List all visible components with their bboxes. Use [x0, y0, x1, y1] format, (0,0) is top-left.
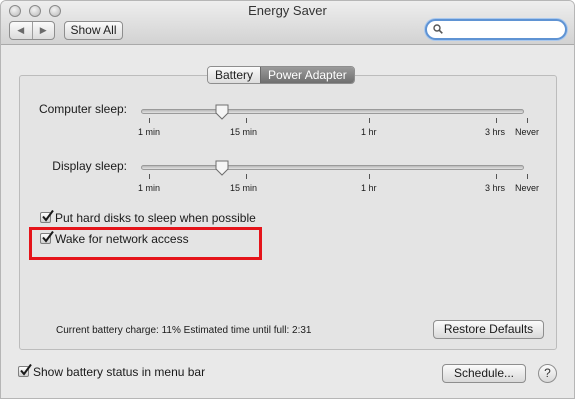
hard-disk-sleep-checkbox[interactable]	[40, 210, 54, 223]
tab-power-adapter[interactable]: Power Adapter	[260, 67, 354, 83]
back-forward-control: ◀ ▶	[9, 21, 55, 40]
help-button[interactable]: ?	[538, 364, 557, 383]
computer-sleep-tick	[527, 118, 528, 123]
computer-sleep-tick	[496, 118, 497, 123]
computer-sleep-tick	[369, 118, 370, 123]
show-battery-status-checkbox[interactable]	[18, 364, 32, 377]
display-sleep-slider-thumb[interactable]	[215, 160, 229, 176]
display-sleep-slider[interactable]	[141, 165, 524, 170]
computer-sleep-slider[interactable]	[141, 109, 524, 114]
display-sleep-tick-label: 3 hrs	[485, 183, 506, 193]
display-sleep-label: Display sleep:	[52, 159, 127, 173]
display-sleep-tick-label: 1 hr	[361, 183, 377, 193]
computer-sleep-tick	[149, 118, 150, 123]
hard-disk-sleep-label: Put hard disks to sleep when possible	[55, 211, 256, 225]
tab-battery[interactable]: Battery	[208, 67, 261, 83]
window-title: Energy Saver	[248, 3, 327, 18]
forward-button[interactable]: ▶	[31, 22, 55, 39]
checkmark-icon	[42, 210, 54, 222]
computer-sleep-slider-thumb[interactable]	[215, 104, 229, 120]
search-field[interactable]	[425, 19, 567, 40]
computer-sleep-tick-label: 3 hrs	[485, 127, 506, 137]
display-sleep-tick-label: 15 min	[230, 183, 258, 193]
restore-defaults-button[interactable]: Restore Defaults	[433, 320, 544, 339]
show-battery-status-label: Show battery status in menu bar	[33, 365, 206, 379]
highlight-box	[29, 227, 262, 260]
computer-sleep-label: Computer sleep:	[38, 102, 127, 116]
computer-sleep-tick-label: 1 min	[138, 127, 161, 137]
display-sleep-tick	[527, 174, 528, 179]
display-sleep-tick	[496, 174, 497, 179]
display-sleep-tick	[246, 174, 247, 179]
back-button[interactable]: ◀	[10, 22, 32, 39]
computer-sleep-tick-label: Never	[515, 127, 540, 137]
schedule-button[interactable]: Schedule...	[442, 364, 526, 383]
display-sleep-tick-label: Never	[515, 183, 540, 193]
forward-arrow-icon: ▶	[39, 25, 47, 35]
computer-sleep-tick	[246, 118, 247, 123]
show-all-button[interactable]: Show All	[64, 21, 123, 40]
computer-sleep-tick-label: 1 hr	[361, 127, 377, 137]
display-sleep-tick	[149, 174, 150, 179]
search-icon	[433, 24, 443, 34]
display-sleep-tick	[369, 174, 370, 179]
energy-saver-window: Energy Saver ◀ ▶ Show All Battery Power …	[0, 0, 575, 399]
battery-status-text: Current battery charge: 11% Estimated ti…	[56, 325, 312, 336]
display-sleep-tick-label: 1 min	[138, 183, 161, 193]
title-bar: Energy Saver ◀ ▶ Show All	[1, 1, 574, 45]
computer-sleep-tick-label: 15 min	[230, 127, 258, 137]
checkmark-icon	[20, 364, 32, 376]
tab-segmented-control: Battery Power Adapter	[207, 66, 355, 84]
back-arrow-icon: ◀	[17, 25, 25, 35]
